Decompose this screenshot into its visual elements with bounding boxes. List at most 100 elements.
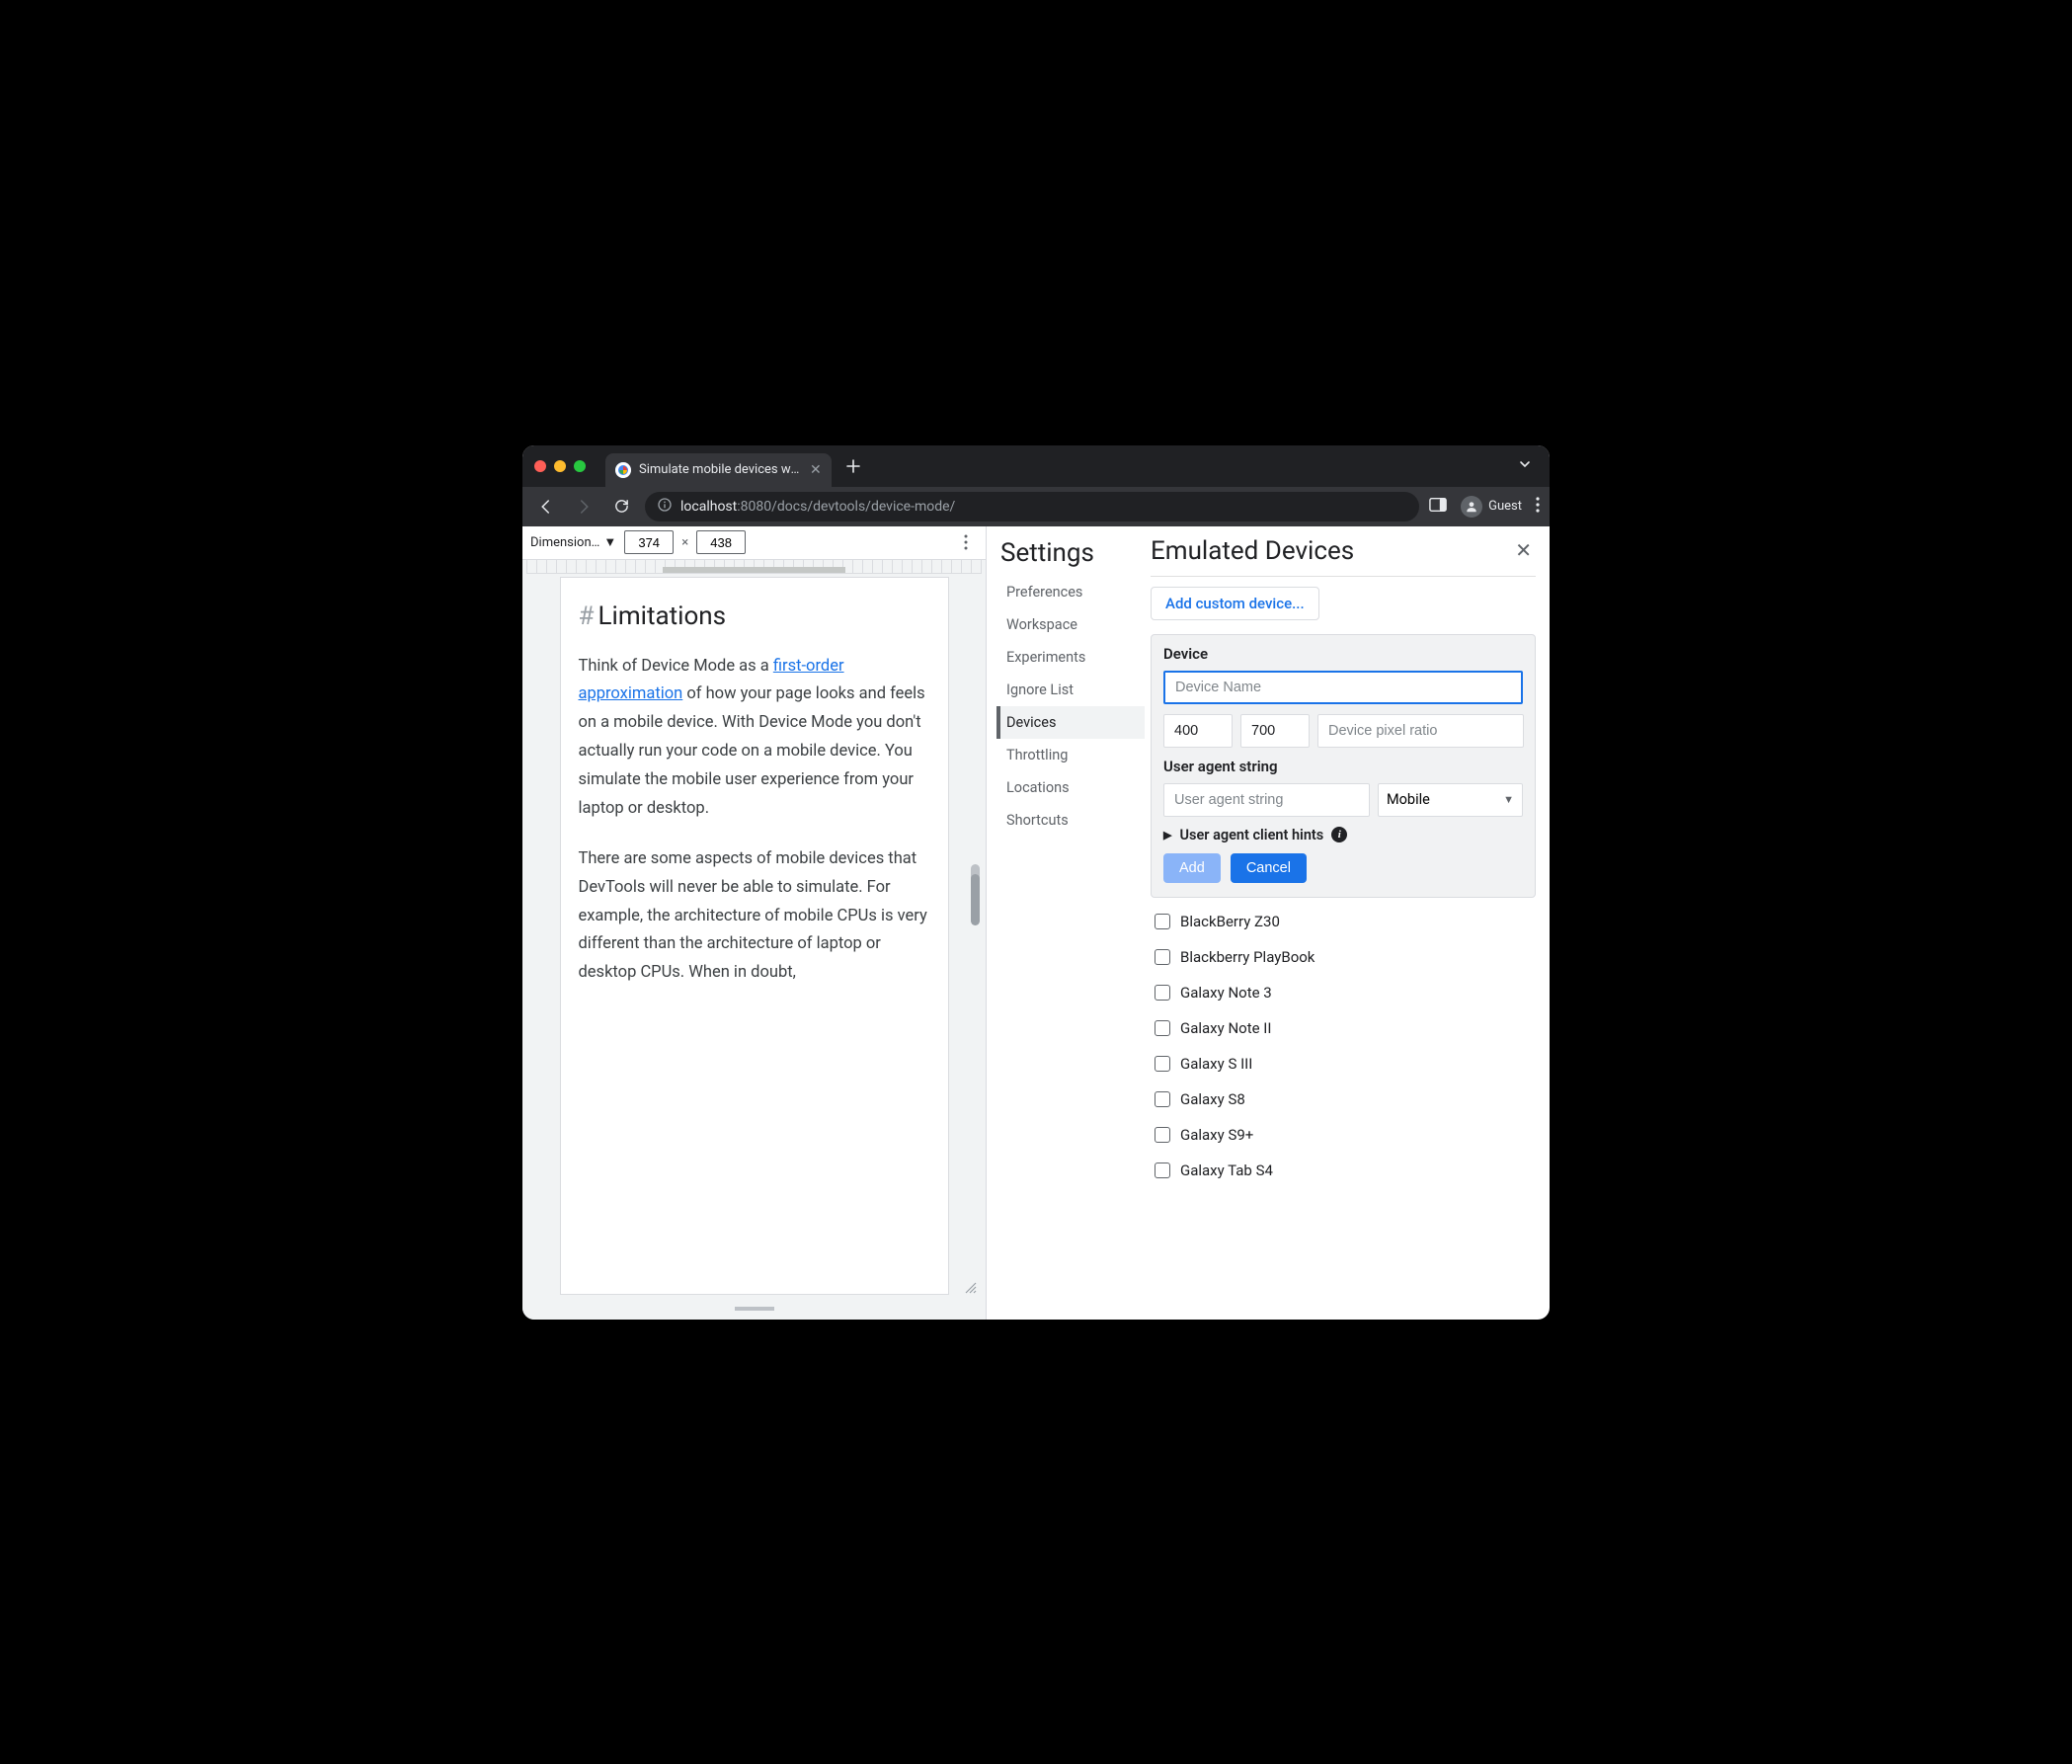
resize-handle[interactable]	[964, 1280, 978, 1294]
browser-menu-button[interactable]	[1536, 497, 1540, 517]
device-name-label: Galaxy Note II	[1180, 1019, 1271, 1037]
content-area: Dimension… ▼ × #Limitations Think of D	[522, 526, 1550, 1320]
settings-nav-item-devices[interactable]: Devices	[996, 706, 1145, 739]
device-list-item[interactable]: Galaxy S9+	[1151, 1117, 1536, 1153]
device-checkbox[interactable]	[1155, 1127, 1170, 1143]
chrome-favicon-icon	[615, 462, 631, 478]
browser-window: Simulate mobile devices with D ✕ localho…	[522, 445, 1550, 1320]
device-checkbox[interactable]	[1155, 1091, 1170, 1107]
omnibox[interactable]: localhost:8080/docs/devtools/device-mode…	[645, 492, 1419, 521]
ua-type-value: Mobile	[1387, 791, 1430, 808]
device-toolbar: Dimension… ▼ ×	[522, 526, 986, 560]
address-bar: localhost:8080/docs/devtools/device-mode…	[522, 487, 1550, 526]
device-checkbox[interactable]	[1155, 914, 1170, 929]
url-text: localhost:8080/docs/devtools/device-mode…	[680, 499, 955, 515]
device-checkbox[interactable]	[1155, 949, 1170, 965]
close-window-button[interactable]	[534, 460, 546, 472]
bottom-resize-handle[interactable]	[528, 1304, 980, 1314]
device-list-item[interactable]: Galaxy S8	[1151, 1082, 1536, 1117]
cancel-button[interactable]: Cancel	[1231, 853, 1307, 883]
device-list-item[interactable]: Galaxy S III	[1151, 1046, 1536, 1082]
paragraph-2: There are some aspects of mobile devices…	[579, 845, 930, 988]
settings-nav-item-shortcuts[interactable]: Shortcuts	[996, 804, 1145, 837]
settings-nav-item-workspace[interactable]: Workspace	[996, 608, 1145, 641]
user-agent-type-select[interactable]: Mobile ▼	[1378, 783, 1523, 817]
ua-client-hints-toggle[interactable]: ▶ User agent client hints i	[1163, 827, 1523, 843]
dimensions-label: Dimension…	[530, 535, 599, 550]
settings-sidebar: Settings PreferencesWorkspaceExperiments…	[987, 526, 1145, 1320]
profile-button[interactable]: Guest	[1461, 496, 1522, 518]
add-custom-device-button[interactable]: Add custom device...	[1151, 587, 1319, 620]
settings-nav-item-experiments[interactable]: Experiments	[996, 641, 1145, 674]
device-name-label: Blackberry PlayBook	[1180, 948, 1315, 966]
device-list-item[interactable]: BlackBerry Z30	[1151, 904, 1536, 939]
device-checkbox[interactable]	[1155, 1163, 1170, 1178]
paragraph-1: Think of Device Mode as a first-order ap…	[579, 653, 930, 824]
back-button[interactable]	[532, 493, 560, 521]
device-options-button[interactable]	[954, 530, 978, 554]
page-heading: #Limitations	[579, 601, 930, 631]
device-list-item[interactable]: Galaxy Note II	[1151, 1010, 1536, 1046]
ruler	[526, 560, 982, 574]
settings-nav-item-locations[interactable]: Locations	[996, 771, 1145, 804]
new-tab-button[interactable]	[839, 452, 867, 480]
device-name-label: Galaxy Note 3	[1180, 984, 1272, 1002]
device-checkbox[interactable]	[1155, 985, 1170, 1001]
window-controls	[534, 460, 586, 472]
device-name-input[interactable]	[1163, 671, 1523, 704]
site-info-icon[interactable]	[657, 497, 673, 517]
emulated-devices-title: Emulated Devices	[1151, 536, 1511, 576]
caret-down-icon: ▼	[1503, 793, 1514, 806]
device-list-item[interactable]: Blackberry PlayBook	[1151, 939, 1536, 975]
user-agent-input[interactable]	[1163, 783, 1370, 817]
tabs-dropdown-button[interactable]	[1512, 456, 1538, 475]
device-list-item[interactable]: Galaxy Note 3	[1151, 975, 1536, 1010]
hash-icon: #	[579, 601, 595, 631]
reload-button[interactable]	[607, 493, 635, 521]
width-input[interactable]	[624, 530, 674, 554]
device-form: Device User agent string Mobile	[1151, 634, 1536, 898]
guest-label: Guest	[1488, 499, 1522, 514]
device-width-input[interactable]	[1163, 714, 1233, 748]
device-name-label: Galaxy Tab S4	[1180, 1162, 1273, 1179]
info-icon[interactable]: i	[1331, 827, 1347, 842]
emulated-viewport[interactable]: #Limitations Think of Device Mode as a f…	[561, 578, 948, 1294]
height-input[interactable]	[696, 530, 746, 554]
settings-title: Settings	[996, 536, 1145, 576]
device-list: BlackBerry Z30 Blackberry PlayBook Galaxy …	[1151, 904, 1536, 1188]
device-checkbox[interactable]	[1155, 1056, 1170, 1072]
settings-nav-item-throttling[interactable]: Throttling	[996, 739, 1145, 771]
scrollbar-thumb[interactable]	[971, 874, 980, 925]
guest-avatar-icon	[1461, 496, 1482, 518]
settings-main: Emulated Devices ✕ Add custom device... …	[1145, 526, 1550, 1320]
close-settings-button[interactable]: ✕	[1511, 536, 1536, 564]
caret-down-icon: ▼	[603, 534, 616, 550]
device-name-label: Galaxy S9+	[1180, 1126, 1253, 1144]
triangle-right-icon: ▶	[1163, 829, 1171, 842]
divider	[1151, 576, 1536, 577]
minimize-window-button[interactable]	[554, 460, 566, 472]
tab-title: Simulate mobile devices with D	[639, 462, 802, 477]
close-tab-icon[interactable]: ✕	[810, 462, 822, 478]
device-name-label: Galaxy S8	[1180, 1090, 1245, 1108]
devtools-dock-icon[interactable]	[1429, 497, 1447, 517]
device-mode-pane: Dimension… ▼ × #Limitations Think of D	[522, 526, 987, 1320]
device-label: Device	[1163, 645, 1523, 663]
device-height-input[interactable]	[1240, 714, 1310, 748]
browser-tab[interactable]: Simulate mobile devices with D ✕	[605, 453, 832, 487]
times-label: ×	[681, 535, 688, 550]
device-list-item[interactable]: Galaxy Tab S4	[1151, 1153, 1536, 1188]
settings-nav-item-ignore-list[interactable]: Ignore List	[996, 674, 1145, 706]
device-checkbox[interactable]	[1155, 1020, 1170, 1036]
device-pixel-ratio-input[interactable]	[1317, 714, 1524, 748]
settings-nav-item-preferences[interactable]: Preferences	[996, 576, 1145, 608]
viewport-wrap: #Limitations Think of Device Mode as a f…	[522, 578, 986, 1300]
forward-button[interactable]	[570, 493, 598, 521]
device-name-label: Galaxy S III	[1180, 1055, 1252, 1073]
dimensions-dropdown[interactable]: Dimension… ▼	[530, 534, 616, 550]
maximize-window-button[interactable]	[574, 460, 586, 472]
devtools-settings-panel: Settings PreferencesWorkspaceExperiments…	[987, 526, 1550, 1320]
ua-client-hints-label: User agent client hints	[1179, 827, 1323, 843]
add-button[interactable]: Add	[1163, 853, 1221, 883]
device-name-label: BlackBerry Z30	[1180, 913, 1280, 930]
